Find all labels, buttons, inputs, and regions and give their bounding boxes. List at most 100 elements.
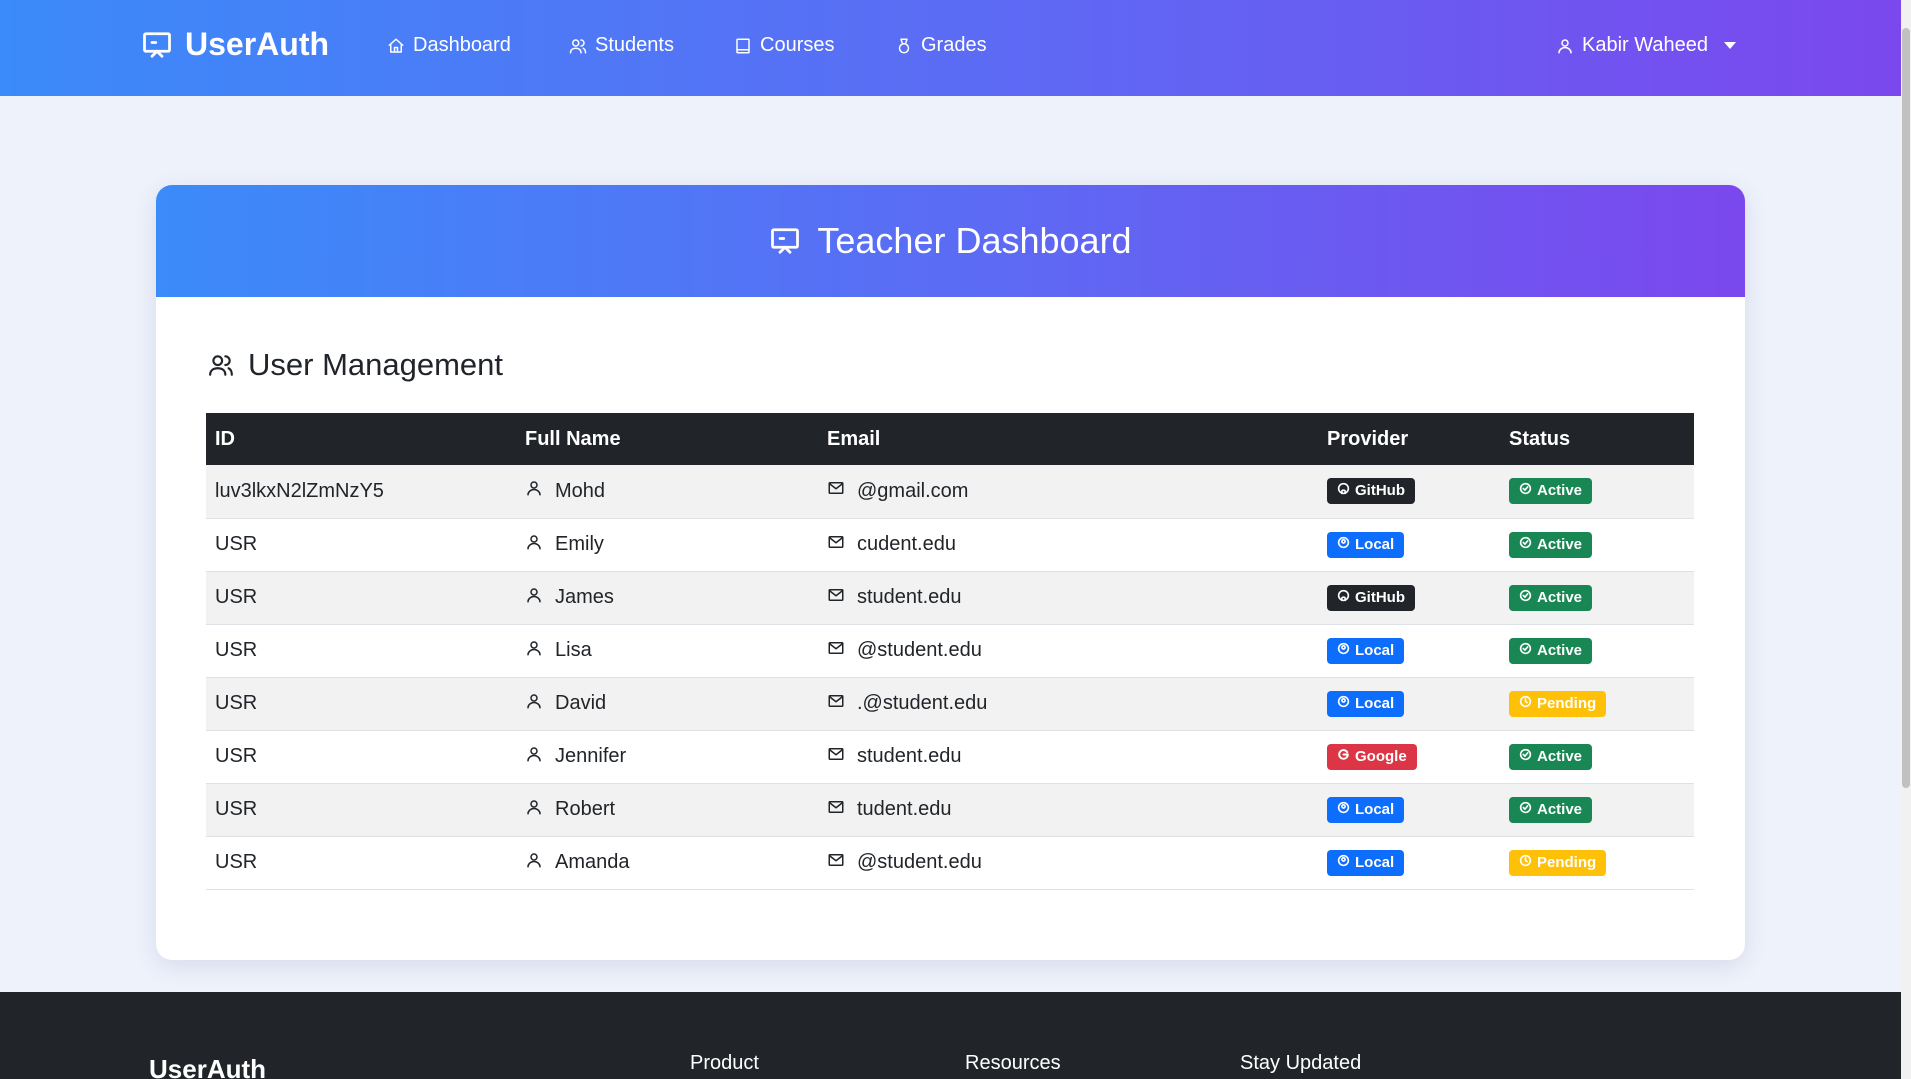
user-email: student.edu [857,586,962,608]
scrollbar-thumb[interactable] [1902,28,1910,788]
status-badge: Active [1509,743,1593,770]
cell-provider: GitHub [1318,465,1500,519]
provider-label: GitHub [1355,482,1405,500]
github-icon [1337,589,1350,607]
cell-email: cudent.edu [818,518,1318,572]
table-row[interactable]: luv3lkxN2lZmNzY5 Mohd @gmail.com GitHub Acti… [206,465,1694,519]
check-circle-icon [1519,801,1532,819]
mail-icon [827,639,845,663]
footer-brand: UserAuth [149,1054,267,1079]
table-row[interactable]: USR Jennifer student.edu Google Active [206,730,1694,784]
cell-name: Mohd [516,465,818,519]
cell-provider: Local [1318,624,1500,678]
mail-icon [827,692,845,716]
cell-email: .@student.edu [818,677,1318,731]
column-header-id: ID [206,413,516,465]
user-menu-dropdown[interactable]: Kabir Waheed [1556,34,1736,57]
provider-badge: GitHub [1327,478,1415,505]
dashboard-card: Teacher Dashboard User Management ID Ful… [156,185,1745,960]
cell-provider: Local [1318,836,1500,890]
table-row[interactable]: USR David .@student.edu Local Pending [206,677,1694,731]
user-icon [525,851,543,875]
cell-id: USR [206,518,516,572]
status-badge: Pending [1509,849,1607,876]
cell-name: Jennifer [516,730,818,784]
user-email: cudent.edu [857,533,956,555]
status-label: Active [1537,641,1583,659]
provider-badge: Local [1327,796,1405,823]
user-icon [525,745,543,769]
nav-students[interactable]: Students [569,34,674,57]
cell-name: Amanda [516,836,818,890]
section-heading: User Management [208,347,503,383]
mail-icon [827,479,845,503]
cell-status: Pending [1500,677,1694,731]
local-account-icon [1337,854,1350,872]
table-row[interactable]: USR James student.edu GitHub Active [206,571,1694,625]
table-row[interactable]: USR Amanda @student.edu Local Pending [206,836,1694,890]
provider-label: Local [1355,853,1395,871]
nav-dashboard[interactable]: Dashboard [387,34,511,57]
user-full-name: Emily [555,533,604,555]
column-header-status: Status [1500,413,1694,465]
status-label: Active [1537,482,1583,500]
check-circle-icon [1519,642,1532,660]
table-row[interactable]: USR Robert tudent.edu Local Active [206,783,1694,837]
provider-label: Google [1355,747,1407,765]
page-footer: UserAuth Product Resources Stay Updated [0,992,1901,1079]
cell-provider: Local [1318,677,1500,731]
cell-name: James [516,571,818,625]
cell-email: tudent.edu [818,783,1318,837]
column-header-name: Full Name [516,413,818,465]
status-label: Pending [1537,853,1597,871]
provider-label: Local [1355,535,1395,553]
cell-id: USR [206,836,516,890]
user-icon [525,798,543,822]
user-id: USR [215,851,258,873]
github-icon [1337,482,1350,500]
user-full-name: James [555,586,614,608]
nav-grades-label: Grades [921,34,987,56]
user-name: Kabir Waheed [1582,34,1708,56]
brand-logo[interactable]: UserAuth [141,26,329,63]
provider-badge: GitHub [1327,584,1415,611]
provider-label: Local [1355,641,1395,659]
cell-id: USR [206,624,516,678]
status-badge: Active [1509,531,1593,558]
check-circle-icon [1519,482,1532,500]
local-account-icon [1337,642,1350,660]
local-account-icon [1337,536,1350,554]
status-badge: Active [1509,584,1593,611]
mail-icon [827,798,845,822]
presentation-icon [771,228,800,254]
status-badge: Active [1509,796,1593,823]
mail-icon [827,745,845,769]
nav-courses-label: Courses [760,34,835,56]
mail-icon [827,851,845,875]
user-email: student.edu [857,745,962,767]
cell-provider: Local [1318,783,1500,837]
nav-grades[interactable]: Grades [895,34,987,57]
user-id: USR [215,533,258,555]
check-circle-icon [1519,589,1532,607]
user-id: USR [215,798,258,820]
user-id: USR [215,586,258,608]
page-title: Teacher Dashboard [817,220,1132,261]
provider-badge: Local [1327,531,1405,558]
status-badge: Pending [1509,690,1607,717]
user-icon [1558,38,1572,53]
user-id: USR [215,639,258,661]
user-id: USR [215,745,258,767]
footer-heading-product: Product [690,1052,759,1074]
user-email: @student.edu [857,851,982,873]
nav-courses[interactable]: Courses [734,34,834,57]
mail-icon [827,586,845,610]
table-row[interactable]: USR Emily cudent.edu Local Active [206,518,1694,572]
user-full-name: Lisa [555,639,592,661]
nav-students-label: Students [595,34,674,56]
status-label: Active [1537,800,1583,818]
section-title: User Management [248,347,504,382]
table-row[interactable]: USR Lisa @student.edu Local Active [206,624,1694,678]
user-id: luv3lkxN2lZmNzY5 [215,479,384,502]
user-full-name: Amanda [555,851,630,873]
